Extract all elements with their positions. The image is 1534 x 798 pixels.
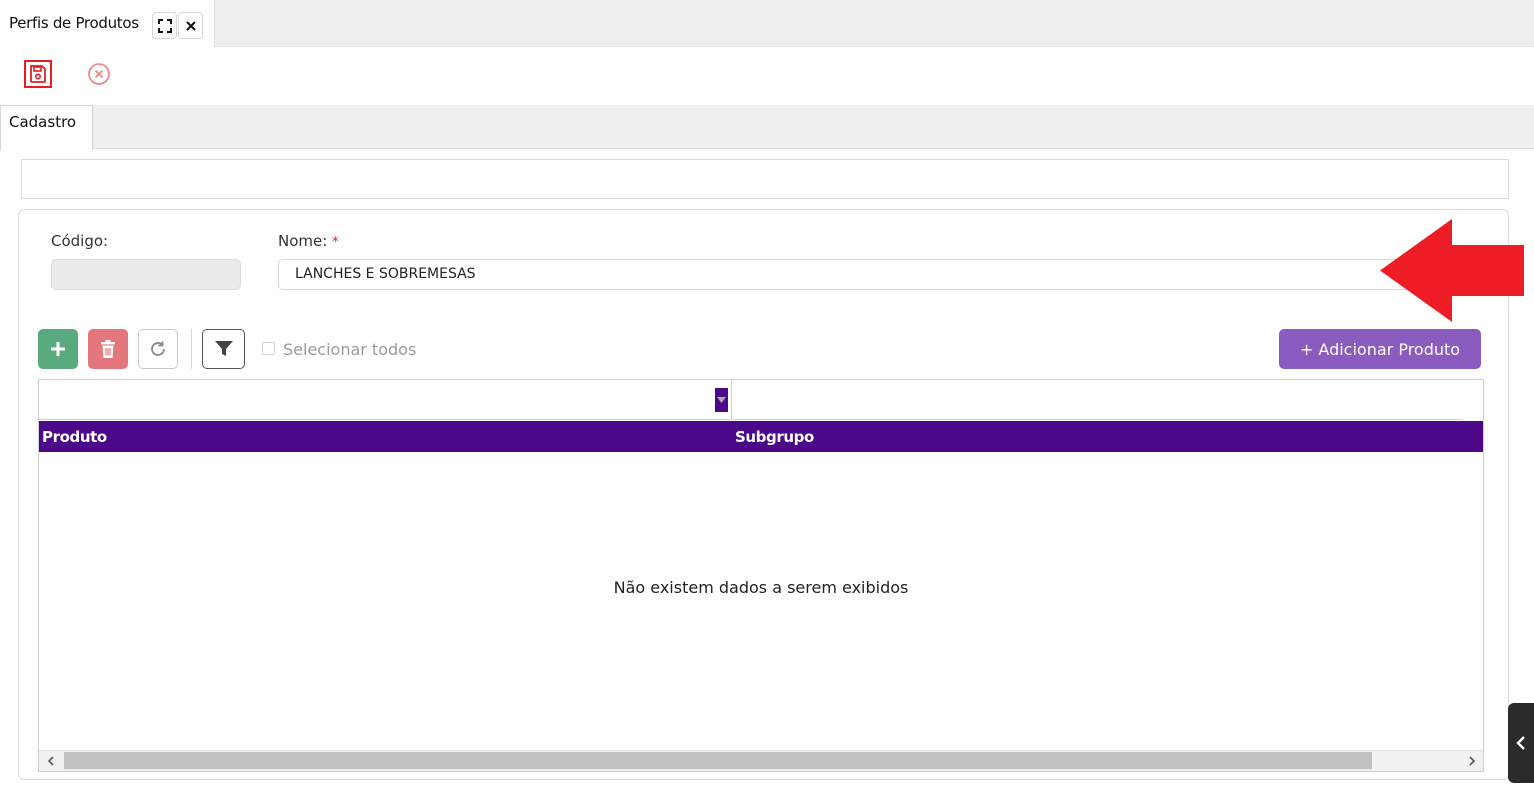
refresh-button[interactable]	[138, 329, 178, 369]
filter-icon	[214, 341, 233, 356]
codigo-label: Código:	[51, 232, 109, 250]
expand-icon	[157, 18, 172, 33]
info-panel	[21, 159, 1509, 199]
chevron-right-icon	[1469, 755, 1476, 766]
plus-icon	[51, 342, 65, 356]
delete-rows-button[interactable]	[88, 329, 128, 369]
scroll-right-button[interactable]	[1463, 752, 1481, 769]
scrollbar-thumb[interactable]	[64, 752, 1372, 769]
close-icon	[185, 20, 196, 31]
add-product-button[interactable]: + Adicionar Produto	[1279, 329, 1481, 369]
scroll-left-button[interactable]	[42, 752, 60, 769]
side-panel-toggle[interactable]	[1508, 703, 1534, 783]
chevron-left-icon	[1516, 736, 1525, 750]
caret-down-icon	[717, 397, 726, 403]
nome-label-text: Nome:	[278, 232, 328, 250]
nome-label: Nome: *	[278, 232, 339, 250]
chevron-left-icon	[47, 755, 54, 766]
select-all-checkbox[interactable]	[262, 342, 275, 355]
trash-icon	[101, 340, 115, 358]
refresh-icon	[151, 341, 165, 356]
nome-field[interactable]: LANCHES E SOBREMESAS	[278, 259, 1428, 290]
codigo-field[interactable]	[51, 259, 241, 290]
tab-cadastro-label[interactable]: Cadastro	[9, 113, 76, 131]
red-arrow-annotation	[1380, 219, 1524, 322]
produto-filter-dropdown[interactable]	[715, 388, 728, 412]
empty-table-message: Não existem dados a serem exibidos	[613, 578, 909, 597]
subgrupo-filter-input[interactable]	[733, 380, 1463, 420]
column-header-produto[interactable]: Produto	[42, 428, 107, 446]
section-tab-bar	[0, 105, 1534, 149]
required-mark: *	[332, 235, 339, 250]
cancel-button[interactable]	[86, 61, 112, 87]
column-header-subgrupo[interactable]: Subgrupo	[735, 428, 814, 446]
expand-tab-button[interactable]	[152, 12, 177, 39]
document-tab-bar	[0, 0, 1534, 47]
save-icon	[30, 65, 46, 83]
close-tab-button[interactable]	[178, 12, 203, 39]
toolbar-divider	[191, 329, 192, 369]
add-row-button[interactable]	[38, 329, 78, 369]
select-all-label[interactable]: Selecionar todos	[283, 340, 416, 359]
save-button[interactable]	[24, 60, 52, 88]
filter-button[interactable]	[202, 329, 245, 369]
document-tab-title[interactable]: Perfis de Produtos	[9, 14, 139, 32]
produto-filter-input[interactable]	[39, 380, 732, 420]
cancel-circle-icon	[88, 63, 110, 85]
